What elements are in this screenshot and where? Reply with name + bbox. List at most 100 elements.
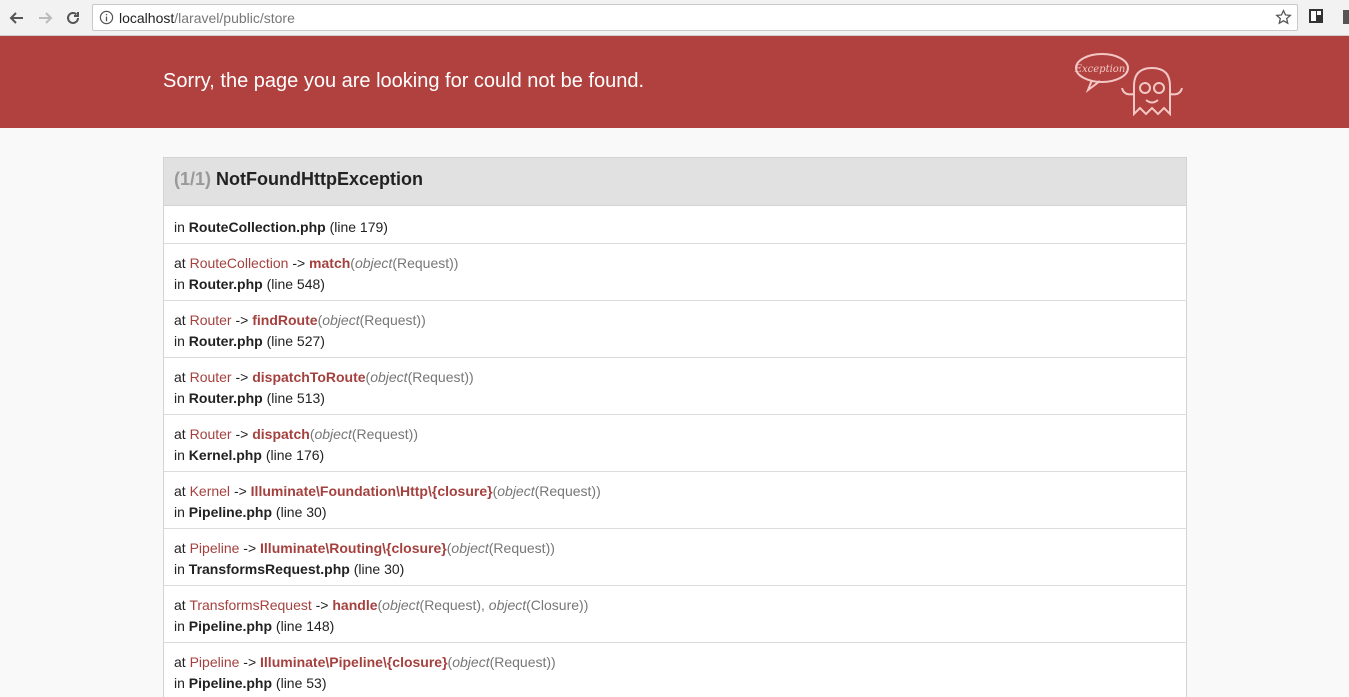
at-label: at [174,540,186,556]
in-label: in [174,390,185,406]
in-label: in [174,447,185,463]
arg-value: (Request) [489,654,552,670]
arg-value: (Closure) [526,597,584,613]
trace-frame-row: at Pipeline -> Illuminate\Pipeline\{clos… [164,643,1186,697]
line-number: (line 53) [275,675,327,691]
arg-type: object [370,369,408,385]
call-arrow: -> [243,540,257,556]
address-bar[interactable]: localhost/laravel/public/store [92,4,1298,31]
back-button[interactable] [6,7,28,29]
arg-value: (Request) [407,369,470,385]
close-paren: ) [583,597,589,613]
at-label: at [174,312,186,328]
at-label: at [174,369,186,385]
line-number: (line 513) [266,390,325,406]
frame-class: Pipeline [189,654,240,670]
exception-header: Sorry, the page you are looking for coul… [0,36,1349,128]
file-name: Router.php [188,333,263,349]
frame-class: Kernel [189,483,231,499]
page-title: Sorry, the page you are looking for coul… [163,70,645,92]
at-label: at [174,483,186,499]
arg-type: object [488,597,527,613]
close-paren: ) [469,369,474,385]
close-paren: ) [551,654,556,670]
arg-type: object [322,312,360,328]
at-label: at [174,426,186,442]
frame-class: Router [189,312,232,328]
line-number: (line 548) [266,276,325,292]
frame-class: Pipeline [189,540,240,556]
call-arrow: -> [235,312,249,328]
star-icon[interactable] [1275,9,1292,26]
arg-value: (Request) [534,483,597,499]
info-icon[interactable] [99,10,114,25]
frame-class: Router [189,369,232,385]
trace-frame-row: at Router -> dispatch(object(Request)) in… [164,415,1186,472]
exception-name: NotFoundHttpException [216,169,423,189]
in-label: in [174,276,185,292]
arg-value: (Request) [351,426,414,442]
at-label: at [174,597,186,613]
call-arrow: -> [235,369,249,385]
trace-frame-row: at Kernel -> Illuminate\Foundation\Http\… [164,472,1186,529]
line-number: (line 179) [329,219,388,235]
call-arrow: -> [315,597,329,613]
line-number: (line 30) [275,504,327,520]
close-paren: ) [413,426,418,442]
in-label: in [174,618,185,634]
exception-counter: (1/1) [174,169,212,189]
url-text[interactable]: localhost/laravel/public/store [119,10,295,26]
frame-function: match [309,255,351,271]
in-label: in [174,219,185,235]
reload-icon [67,11,79,24]
trace-frame-row: at Pipeline -> Illuminate\Routing\{closu… [164,529,1186,586]
frame-class: RouteCollection [189,255,289,271]
frame-class: TransformsRequest [189,597,312,613]
arg-type: object [354,255,393,271]
exception-block: (1/1) NotFoundHttpException in RouteColl… [163,157,1187,697]
url-host: localhost [119,10,175,26]
line-number: (line 176) [265,447,325,463]
mascot-bubble-text: Exception! [1074,64,1130,75]
arg-type: object [452,654,490,670]
arg-value: (Request) [359,312,422,328]
line-number: (line 148) [275,618,335,634]
forward-arrow-icon [39,12,53,24]
arg-type: object [451,540,489,556]
line-number: (line 30) [353,561,405,577]
frame-function: Illuminate\Foundation\Http\{closure} [250,483,493,499]
call-arrow: -> [243,654,257,670]
arg-value: (Request) [488,540,551,556]
close-paren: ) [421,312,426,328]
file-name: Pipeline.php [188,504,273,520]
trace-frame-row: at Router -> dispatchToRoute(object(Requ… [164,358,1186,415]
ghost-mascot-icon: Exception! [1074,53,1183,117]
frame-function: findRoute [252,312,318,328]
forward-button[interactable] [34,7,56,29]
call-arrow: -> [292,255,306,271]
frame-class: Router [189,426,232,442]
frame-function: Illuminate\Pipeline\{closure} [260,654,448,670]
frame-function: handle [332,597,378,613]
file-name: Pipeline.php [188,618,273,634]
file-name: RouteCollection.php [188,219,326,235]
extension-icon[interactable] [1308,8,1324,24]
arg-value: (Request), [419,597,485,613]
back-arrow-icon [9,12,23,24]
arg-type: object [314,426,352,442]
in-label: in [174,561,185,577]
browser-menu-edge[interactable] [1343,10,1349,24]
reload-button[interactable] [62,7,84,29]
in-label: in [174,675,185,691]
frame-function: Illuminate\Routing\{closure} [260,540,447,556]
exception-block-header: (1/1) NotFoundHttpException [164,158,1186,206]
file-name: Router.php [188,390,263,406]
file-name: Kernel.php [188,447,262,463]
file-name: Router.php [188,276,263,292]
at-label: at [174,255,186,271]
close-paren: ) [596,483,601,499]
arg-type: object [497,483,535,499]
frame-function: dispatchToRoute [252,369,366,385]
file-name: TransformsRequest.php [188,561,350,577]
trace-frame-row: at RouteCollection -> match(object(Reque… [164,244,1186,301]
